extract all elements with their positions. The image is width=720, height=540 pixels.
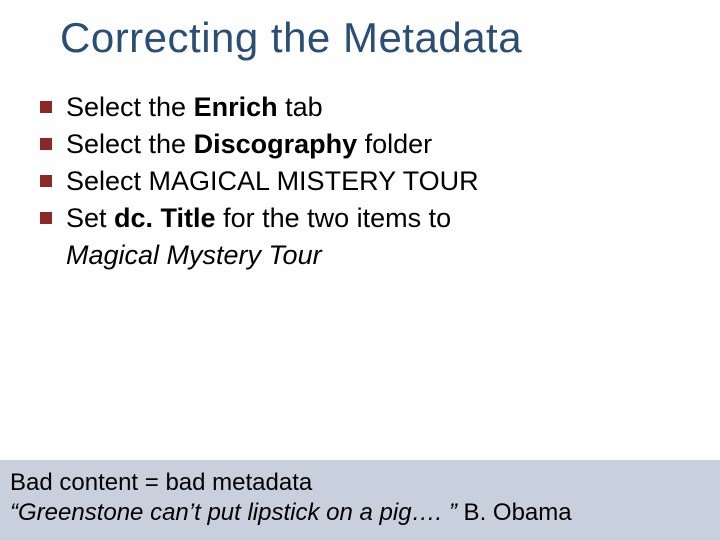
bullet-text: Select MAGICAL MISTERY TOUR [66,164,670,199]
bullet-pre: Set [66,203,114,233]
bullet-post: tab [278,92,323,122]
bullet-item: Set dc. Title for the two items to [40,201,670,236]
bullet-item: Select the Discography folder [40,127,670,162]
bullet-square-icon [40,101,52,113]
bullet-bold: dc. Title [114,203,216,233]
footer-attribution: B. Obama [457,499,572,526]
bullet-bold: Enrich [194,92,278,122]
bullet-pre: Select MAGICAL MISTERY TOUR [66,166,479,196]
footer-quote: “Greenstone can’t put lipstick on a pig…… [10,499,457,526]
slide: Correcting the Metadata Select the Enric… [0,0,720,540]
bullet-square-icon [40,138,52,150]
bullet-text: Select the Discography folder [66,127,670,162]
slide-body: Select the Enrich tab Select the Discogr… [40,90,670,273]
footer-line-2: “Greenstone can’t put lipstick on a pig…… [10,498,710,528]
bullet-item: Select the Enrich tab [40,90,670,125]
bullet-post: for the two items to [216,203,452,233]
bullet-item: Select MAGICAL MISTERY TOUR [40,164,670,199]
bullet-text: Set dc. Title for the two items to [66,201,670,236]
footer-bar: Bad content = bad metadata “Greenstone c… [0,460,720,540]
bullet-text: Select the Enrich tab [66,90,670,125]
bullet-pre: Select the [66,92,194,122]
bullet-square-icon [40,212,52,224]
bullet-continuation: Magical Mystery Tour [66,238,670,273]
bullet-bold: Discography [194,129,358,159]
bullet-post: folder [357,129,432,159]
footer-line-1: Bad content = bad metadata [10,468,710,498]
bullet-square-icon [40,175,52,187]
bullet-pre: Select the [66,129,194,159]
slide-title: Correcting the Metadata [60,14,680,62]
